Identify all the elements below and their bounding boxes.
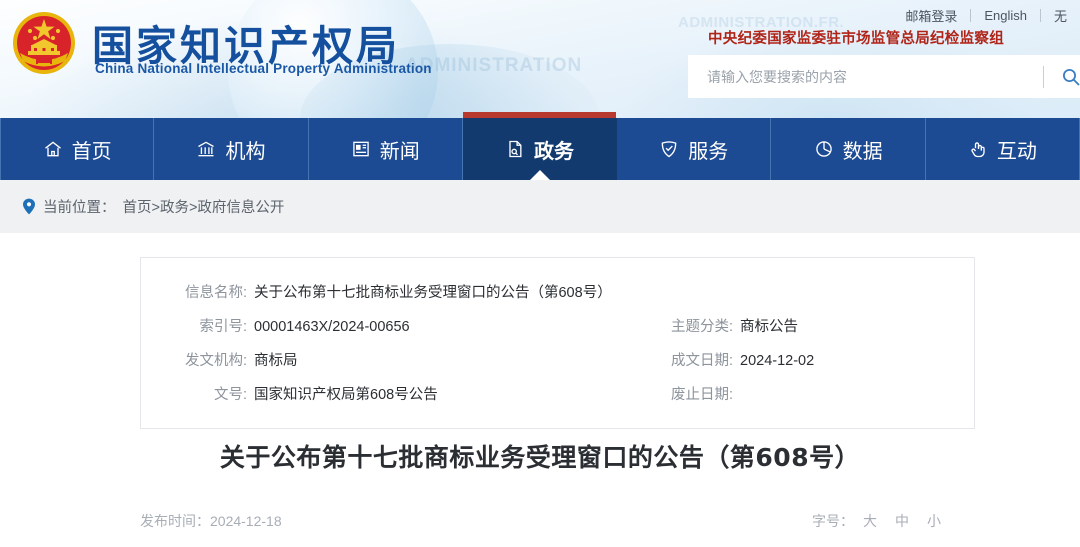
nav-label: 服务 bbox=[688, 140, 729, 163]
nav-item-data[interactable]: 数据 bbox=[771, 118, 926, 180]
metadata-row: 索引号: 00001463X/2024-00656 主题分类: 商标公告 bbox=[141, 310, 974, 344]
breadcrumb: 当前位置： 首页>政务>政府信息公开 bbox=[22, 196, 284, 217]
metadata-field-issuing-agency: 发文机构: 商标局 bbox=[141, 344, 661, 378]
nav-item-government-affairs[interactable]: 政务 bbox=[462, 112, 618, 180]
top-links: 邮箱登录 English 无 bbox=[892, 6, 1080, 25]
nav-item-news[interactable]: 新闻 bbox=[308, 118, 463, 180]
metadata-field-topic-category: 主题分类: 商标公告 bbox=[661, 310, 961, 344]
shield-check-icon bbox=[659, 139, 679, 159]
search-box[interactable] bbox=[688, 55, 1080, 98]
breadcrumb-bar: 当前位置： 首页>政务>政府信息公开 bbox=[0, 180, 1080, 233]
metadata-row: 信息名称: 关于公布第十七批商标业务受理窗口的公告（第608号） bbox=[141, 276, 974, 310]
metadata-row: 发文机构: 商标局 成文日期: 2024-12-02 bbox=[141, 344, 974, 378]
site-title-en: China National Intellectual Property Adm… bbox=[95, 61, 432, 76]
nav-label: 互动 bbox=[996, 140, 1037, 163]
nav-label: 新闻 bbox=[379, 140, 420, 163]
newspaper-icon bbox=[351, 139, 371, 159]
english-link[interactable]: English bbox=[971, 8, 1040, 23]
document-metadata-card: 信息名称: 关于公布第十七批商标业务受理窗口的公告（第608号） 索引号: 00… bbox=[140, 257, 975, 429]
metadata-field-index-number: 索引号: 00001463X/2024-00656 bbox=[141, 310, 661, 344]
search-button[interactable] bbox=[1044, 55, 1080, 98]
metadata-row: 文号: 国家知识产权局第608号公告 废止日期: bbox=[141, 378, 974, 412]
field-label: 废止日期: bbox=[670, 387, 733, 403]
nav-item-organization[interactable]: 机构 bbox=[154, 118, 309, 180]
document-icon bbox=[505, 139, 525, 159]
nav-label: 机构 bbox=[225, 140, 266, 163]
metadata-field-issue-date: 成文日期: 2024-12-02 bbox=[661, 344, 961, 378]
nav-label: 首页 bbox=[71, 140, 112, 163]
font-size-large[interactable]: 大 bbox=[854, 511, 886, 531]
metadata-field-info-name: 信息名称: 关于公布第十七批商标业务受理窗口的公告（第608号） bbox=[141, 276, 661, 310]
field-value: 商标公告 bbox=[740, 319, 798, 335]
publish-time-value: 2024-12-18 bbox=[210, 513, 282, 529]
truncated-link[interactable]: 无 bbox=[1041, 6, 1080, 25]
location-pin-icon bbox=[23, 198, 35, 215]
hand-click-icon bbox=[968, 139, 988, 159]
search-icon bbox=[1063, 68, 1080, 85]
field-value: 00001463X/2024-00656 bbox=[254, 319, 410, 335]
publish-time-label: 发布时间： bbox=[140, 513, 210, 529]
article-meta-bar: 发布时间：2024-12-18 字号： 大 中 小 bbox=[140, 511, 950, 531]
field-label: 文号: bbox=[213, 387, 247, 403]
field-label: 信息名称: bbox=[184, 285, 247, 301]
page-content: 信息名称: 关于公布第十七批商标业务受理窗口的公告（第608号） 索引号: 00… bbox=[8, 233, 1072, 547]
field-label: 成文日期: bbox=[670, 353, 733, 369]
field-value: 国家知识产权局第608号公告 bbox=[254, 387, 438, 403]
publish-time: 发布时间：2024-12-18 bbox=[140, 511, 282, 531]
nav-label: 政务 bbox=[534, 140, 575, 163]
font-size-control: 字号： 大 中 小 bbox=[812, 511, 950, 531]
site-banner: ADMINISTRATION ADMINISTRATION.FR. 国家知识产权… bbox=[0, 0, 1080, 118]
nav-label: 数据 bbox=[842, 140, 883, 163]
font-size-label: 字号： bbox=[812, 513, 854, 529]
field-value: 2024-12-02 bbox=[740, 353, 815, 369]
font-size-medium[interactable]: 中 bbox=[886, 511, 918, 531]
nav-item-home[interactable]: 首页 bbox=[0, 118, 155, 180]
field-label: 主题分类: bbox=[670, 319, 733, 335]
metadata-field-abolition-date: 废止日期: bbox=[661, 378, 961, 412]
breadcrumb-label: 当前位置： bbox=[43, 200, 116, 216]
home-icon bbox=[43, 139, 63, 159]
breadcrumb-path[interactable]: 首页>政务>政府信息公开 bbox=[123, 196, 285, 217]
field-label: 发文机构: bbox=[184, 353, 247, 369]
search-input[interactable] bbox=[688, 55, 1043, 98]
national-emblem-icon bbox=[8, 7, 80, 79]
nav-item-interaction[interactable]: 互动 bbox=[925, 118, 1080, 180]
metadata-field-document-number: 文号: 国家知识产权局第608号公告 bbox=[141, 378, 661, 412]
discipline-inspection-notice[interactable]: 中央纪委国家监委驻市场监管总局纪检监察组 bbox=[708, 27, 1004, 48]
nav-item-services[interactable]: 服务 bbox=[617, 118, 772, 180]
field-value: 关于公布第十七批商标业务受理窗口的公告（第608号） bbox=[254, 285, 612, 301]
main-navigation: 首页 机构 新闻 政务 服务 数据 互动 bbox=[0, 112, 1080, 180]
field-label: 索引号: bbox=[199, 319, 247, 335]
article-title: 关于公布第十七批商标业务受理窗口的公告（第608号） bbox=[219, 443, 861, 472]
font-size-small[interactable]: 小 bbox=[918, 511, 950, 531]
email-login-link[interactable]: 邮箱登录 bbox=[892, 6, 970, 25]
pie-chart-icon bbox=[814, 139, 834, 159]
bank-icon bbox=[196, 139, 216, 159]
field-value: 商标局 bbox=[254, 353, 298, 369]
